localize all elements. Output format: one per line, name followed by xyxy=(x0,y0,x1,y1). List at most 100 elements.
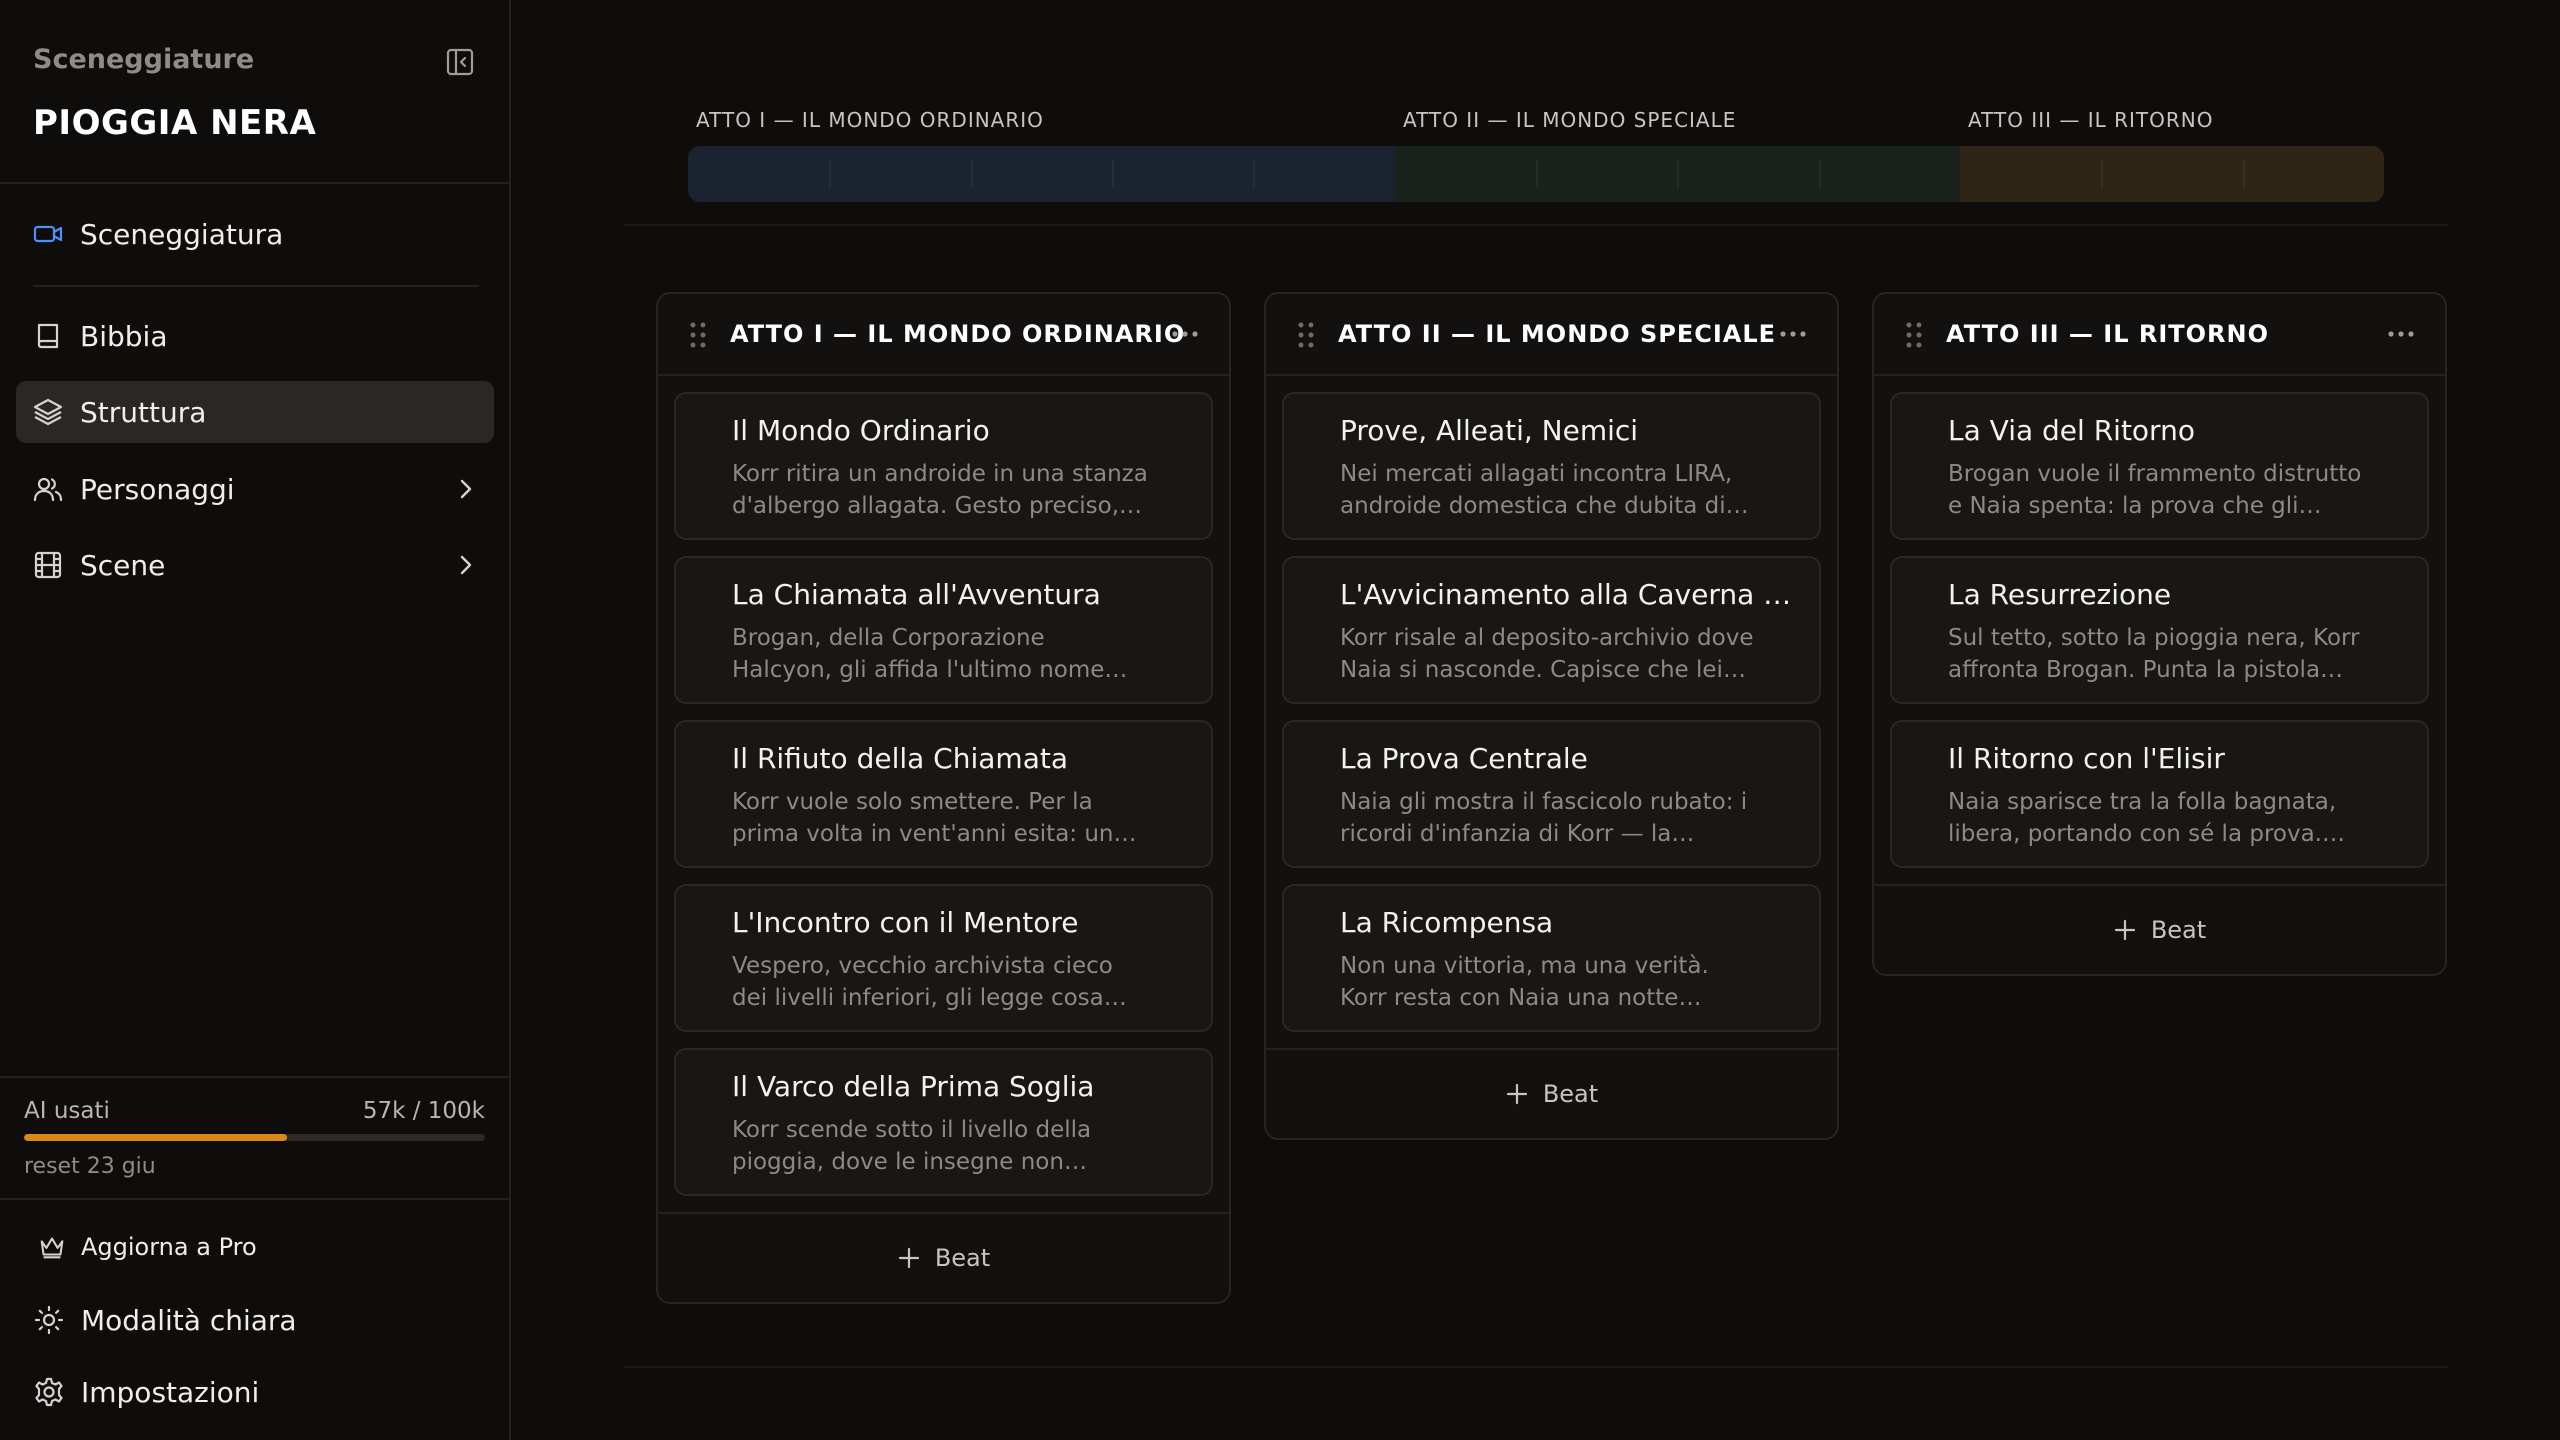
plus-icon xyxy=(898,1247,919,1269)
sidebar-item-label: Struttura xyxy=(80,395,207,429)
beat-description: Nei mercati allagati incontra LIRA, andr… xyxy=(1340,461,1749,519)
beat-card[interactable]: Il Ritorno con l'Elisir Naia sparisce tra… xyxy=(1890,720,2429,868)
add-beat-button[interactable]: Beat xyxy=(1874,884,2445,974)
beat-title: Il Ritorno con l'Elisir xyxy=(1948,742,2225,775)
add-beat-label: Beat xyxy=(1542,1080,1599,1108)
beat-card[interactable]: L'Incontro con il Mentore Vespero, vecchi… xyxy=(674,884,1213,1032)
act-column-2: ATTO II — IL MONDO SPECIALE Prove, Allea… xyxy=(1264,292,1839,1140)
divider xyxy=(624,1366,2448,1368)
film-icon xyxy=(32,549,64,581)
timeline-beat-tick xyxy=(1677,160,1680,188)
beat-card[interactable]: Il Rifiuto della Chiamata Korr vuole solo… xyxy=(674,720,1213,868)
gear-icon xyxy=(33,1376,65,1408)
act-header: ATTO III — IL RITORNO xyxy=(1874,294,2445,376)
timeline-act-label: ATTO III — IL RITORNO xyxy=(1968,108,2214,132)
timeline-segment-act-1[interactable] xyxy=(688,146,1395,202)
beat-card[interactable]: Il Mondo Ordinario Korr ritira un android… xyxy=(674,392,1213,540)
sun-icon xyxy=(33,1304,65,1336)
beat-description: Brogan vuole il frammento distrutto e Na… xyxy=(1948,461,2362,519)
sidebar-item-personaggi[interactable]: Personaggi xyxy=(16,458,494,520)
ai-usage-progress-bar xyxy=(24,1134,485,1141)
collapse-sidebar-icon[interactable] xyxy=(444,46,476,78)
beat-title: L'Incontro con il Mentore xyxy=(732,906,1079,939)
timeline-act-label: ATTO II — IL MONDO SPECIALE xyxy=(1403,108,1737,132)
beat-description: Non una vittoria, ma una verità. Korr re… xyxy=(1340,953,1709,1011)
beat-description: Korr scende sotto il livello della piogg… xyxy=(732,1117,1092,1175)
timeline-beat-tick xyxy=(1111,160,1114,188)
light-mode-toggle[interactable]: Modalità chiara xyxy=(33,1300,297,1340)
book-icon xyxy=(32,320,64,352)
chevron-right-icon xyxy=(452,551,480,579)
beat-description: Korr vuole solo smettere. Per la prima v… xyxy=(732,789,1114,847)
chevron-right-icon xyxy=(452,475,480,503)
beat-title: Il Mondo Ordinario xyxy=(732,414,990,447)
timeline-beat-tick xyxy=(1535,160,1538,188)
act-title: ATTO III — IL RITORNO xyxy=(1946,320,2269,348)
beat-list: Il Mondo Ordinario Korr ritira un android… xyxy=(658,376,1229,1196)
act-title: ATTO I — IL MONDO ORDINARIO xyxy=(730,320,1186,348)
beat-card[interactable]: Prove, Alleati, Nemici Nei mercati allaga… xyxy=(1282,392,1821,540)
ai-usage-progress-fill xyxy=(24,1134,287,1141)
act-timeline-bar[interactable] xyxy=(688,146,2384,202)
timeline-beat-tick xyxy=(1818,160,1821,188)
add-beat-button[interactable]: Beat xyxy=(1266,1048,1837,1138)
more-options-icon[interactable] xyxy=(1779,324,1807,344)
add-beat-button[interactable]: Beat xyxy=(658,1212,1229,1302)
timeline-segment-act-3[interactable] xyxy=(1959,146,2384,202)
sidebar-caption[interactable]: Sceneggiature xyxy=(33,44,254,75)
timeline-segment-act-2[interactable] xyxy=(1394,146,1960,202)
beat-card[interactable]: La Via del Ritorno Brogan vuole il framme… xyxy=(1890,392,2429,540)
timeline-beat-tick xyxy=(2101,160,2104,188)
beat-title: La Resurrezione xyxy=(1948,578,2172,611)
sidebar-item-label: Personaggi xyxy=(80,472,235,506)
act-title: ATTO II — IL MONDO SPECIALE xyxy=(1338,320,1777,348)
sidebar-item-scene[interactable]: Scene xyxy=(16,534,494,596)
more-options-icon[interactable] xyxy=(1171,324,1199,344)
plus-icon xyxy=(2114,919,2135,941)
beat-title: Il Varco della Prima Soglia xyxy=(732,1070,1095,1103)
beat-description: Brogan, della Corporazione Halcyon, gli … xyxy=(732,625,1105,683)
project-title: PIOGGIA NERA xyxy=(33,103,317,143)
beat-description: Vespero, vecchio archivista cieco dei li… xyxy=(732,953,1113,1011)
beat-card[interactable]: La Resurrezione Sul tetto, sotto la piogg… xyxy=(1890,556,2429,704)
beat-title: Prove, Alleati, Nemici xyxy=(1340,414,1639,447)
nav-divider xyxy=(33,285,479,287)
timeline-beat-tick xyxy=(2242,160,2245,188)
beat-card[interactable]: La Prova Centrale Naia gli mostra il fasc… xyxy=(1282,720,1821,868)
layers-icon xyxy=(32,396,64,428)
sidebar-item-bibbia[interactable]: Bibbia xyxy=(16,305,494,367)
timeline-beat-tick xyxy=(970,160,973,188)
beat-list: Prove, Alleati, Nemici Nei mercati allaga… xyxy=(1266,376,1837,1032)
beat-title: L'Avvicinamento alla Caverna pi… xyxy=(1340,578,1799,611)
settings-label: Impostazioni xyxy=(81,1375,260,1409)
beat-description: Korr risale al deposito-archivio dove Na… xyxy=(1340,625,1754,683)
sidebar-item-sceneggiatura[interactable]: Sceneggiatura xyxy=(16,203,494,265)
beat-card[interactable]: Il Varco della Prima Soglia Korr scende s… xyxy=(674,1048,1213,1196)
upgrade-pro-button[interactable]: Aggiorna a Pro xyxy=(37,1227,257,1267)
sidebar-item-label: Scene xyxy=(80,548,166,582)
beat-title: La Via del Ritorno xyxy=(1948,414,2195,447)
beat-title: La Chiamata all'Avventura xyxy=(732,578,1101,611)
timeline-act-label: ATTO I — IL MONDO ORDINARIO xyxy=(696,108,1044,132)
beat-card[interactable]: L'Avvicinamento alla Caverna pi… Korr ris… xyxy=(1282,556,1821,704)
beat-card[interactable]: La Ricompensa Non una vittoria, ma una ve… xyxy=(1282,884,1821,1032)
beat-list: La Via del Ritorno Brogan vuole il framme… xyxy=(1874,376,2445,868)
act-header: ATTO I — IL MONDO ORDINARIO xyxy=(658,294,1229,376)
upgrade-label: Aggiorna a Pro xyxy=(81,1233,257,1261)
beat-title: Il Rifiuto della Chiamata xyxy=(732,742,1068,775)
drag-handle-icon[interactable] xyxy=(1904,320,1924,350)
timeline-beat-tick xyxy=(829,160,832,188)
sidebar-item-label: Bibbia xyxy=(80,319,168,353)
plus-icon xyxy=(1506,1083,1527,1105)
users-icon xyxy=(32,473,64,505)
more-options-icon[interactable] xyxy=(2387,324,2415,344)
sidebar-header: Sceneggiature PIOGGIA NERA xyxy=(0,0,509,184)
drag-handle-icon[interactable] xyxy=(1296,320,1316,350)
drag-handle-icon[interactable] xyxy=(688,320,708,350)
beat-card[interactable]: La Chiamata all'Avventura Brogan, della C… xyxy=(674,556,1213,704)
crown-icon xyxy=(37,1232,67,1262)
settings-button[interactable]: Impostazioni xyxy=(33,1372,259,1412)
sidebar-item-struttura[interactable]: Struttura xyxy=(16,381,494,443)
beat-description: Naia sparisce tra la folla bagnata, libe… xyxy=(1948,789,2337,847)
add-beat-label: Beat xyxy=(934,1244,991,1272)
